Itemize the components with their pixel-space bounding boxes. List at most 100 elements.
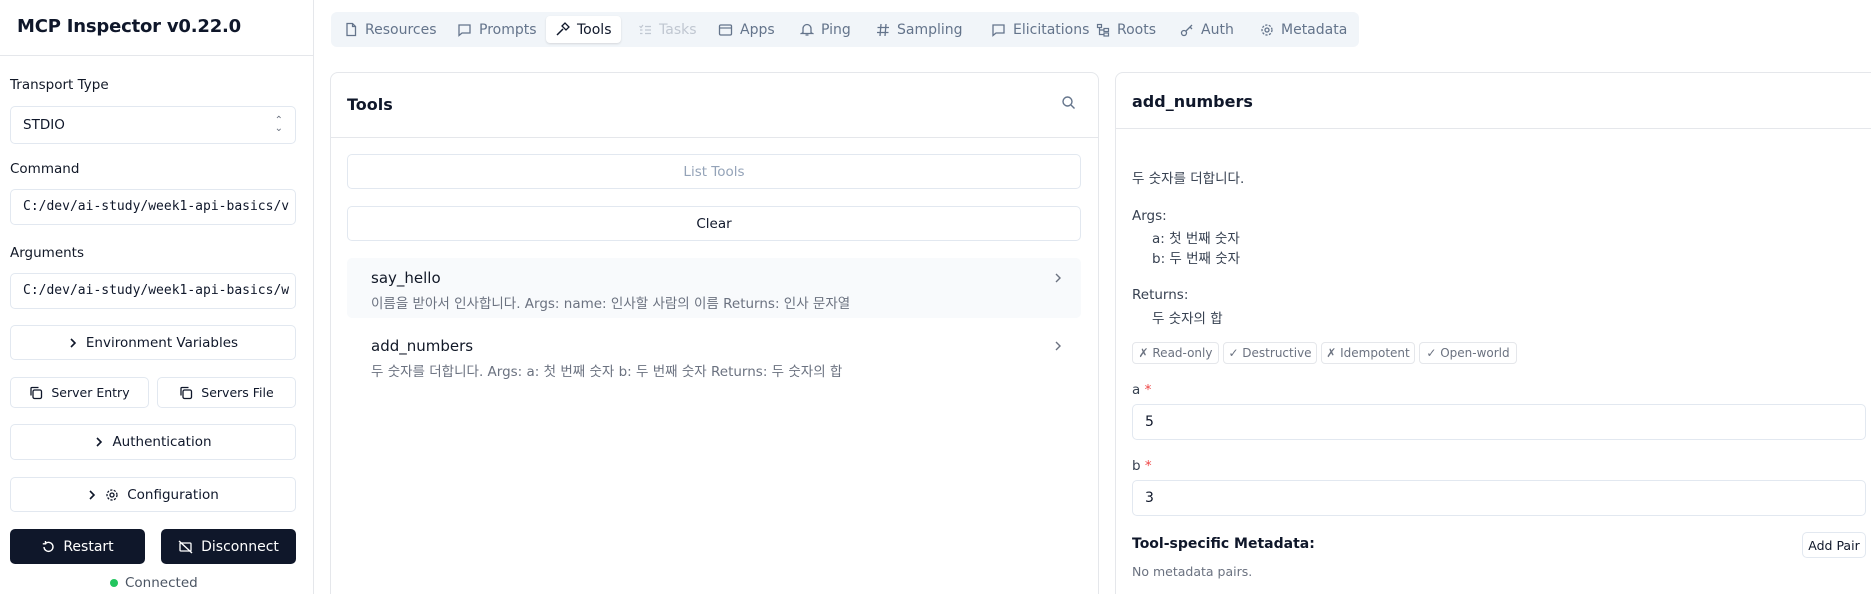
sidebar-divider <box>0 55 313 56</box>
authentication-label: Authentication <box>112 434 212 450</box>
tool-item-say-hello[interactable]: say_hello 이름을 받아서 인사합니다. Args: name: 인사할… <box>347 258 1081 318</box>
returns-label: Returns: <box>1132 287 1189 303</box>
chevron-right-icon <box>70 337 77 348</box>
environment-variables-label: Environment Variables <box>85 334 239 351</box>
chevron-right-icon <box>96 437 103 447</box>
command-input[interactable]: C:/dev/ai-study/week1-api-basics/v <box>10 189 296 225</box>
tools-panel-title: Tools <box>347 95 393 114</box>
search-icon[interactable] <box>1061 95 1076 110</box>
tab-metadata[interactable]: Metadata <box>1251 16 1356 43</box>
chevron-right-icon <box>89 489 96 500</box>
tool-detail-panel: add_numbers 두 숫자를 더합니다. Args: a: 첫 번째 숫자… <box>1115 72 1871 594</box>
servers-file-button[interactable]: Servers File <box>157 377 296 408</box>
tool-detail-divider <box>1116 128 1871 129</box>
tab-label: Prompts <box>479 21 537 38</box>
badge-destructive: ✓ Destructive <box>1223 342 1317 364</box>
hammer-icon <box>556 22 570 36</box>
tool-summary: 두 숫자를 더합니다. <box>1132 171 1245 187</box>
tool-name: say_hello <box>371 269 441 287</box>
list-tools-button[interactable]: List Tools <box>347 154 1081 189</box>
tab-apps[interactable]: Apps <box>709 16 784 43</box>
tab-label: Metadata <box>1281 21 1348 38</box>
app-window-icon <box>718 23 733 36</box>
field-b-label: b * <box>1132 458 1152 474</box>
unplug-icon <box>178 539 193 554</box>
tab-label: Elicitations <box>1013 21 1090 38</box>
rotate-ccw-icon <box>43 540 55 552</box>
gear-icon <box>1261 23 1273 36</box>
tab-resources[interactable]: Resources <box>335 16 446 43</box>
disconnect-button[interactable]: Disconnect <box>161 529 296 564</box>
folder-tree-icon <box>1096 23 1110 37</box>
arguments-input[interactable]: C:/dev/ai-study/week1-api-basics/w <box>10 273 296 309</box>
arg-a-description: a: 첫 번째 숫자 <box>1152 231 1240 247</box>
tab-sampling[interactable]: Sampling <box>867 16 972 43</box>
field-b-name: b <box>1132 458 1141 474</box>
tab-label: Tools <box>577 21 612 38</box>
transport-type-select[interactable]: STDIO ⌃ ⌄ <box>10 106 296 144</box>
tool-description: 두 숫자를 더합니다. Args: a: 첫 번째 숫자 b: 두 번째 숫자 … <box>371 364 843 380</box>
args-label: Args: <box>1132 208 1167 224</box>
app-title: MCP Inspector v0.22.0 <box>17 16 241 37</box>
tab-roots[interactable]: Roots <box>1087 16 1165 43</box>
badge-read-only: ✗ Read-only <box>1132 342 1219 364</box>
file-icon <box>346 22 357 37</box>
tab-ping[interactable]: Ping <box>791 16 860 43</box>
field-a-input[interactable]: 5 <box>1132 404 1866 440</box>
authentication-button[interactable]: Authentication <box>10 424 296 460</box>
command-value: C:/dev/ai-study/week1-api-basics/v <box>23 199 290 214</box>
command-label: Command <box>10 161 80 177</box>
field-a-label: a * <box>1132 382 1151 398</box>
server-entry-button[interactable]: Server Entry <box>10 377 149 408</box>
transport-type-value: STDIO <box>23 117 65 133</box>
restart-button[interactable]: Restart <box>10 529 145 564</box>
arguments-value: C:/dev/ai-study/week1-api-basics/w <box>23 283 290 298</box>
configuration-label: Configuration <box>127 486 219 503</box>
arguments-label: Arguments <box>10 245 85 261</box>
status-dot <box>110 579 118 587</box>
server-entry-label: Server Entry <box>51 385 130 400</box>
tab-elicitations[interactable]: Elicitations <box>982 16 1098 43</box>
tool-description: 이름을 받아서 인사합니다. Args: name: 인사할 사람의 이름 Re… <box>371 296 851 312</box>
chevrons-up-down-icon: ⌃ ⌄ <box>274 115 283 134</box>
tab-label: Sampling <box>897 21 963 38</box>
configuration-button[interactable]: Configuration <box>10 477 296 512</box>
tab-label: Apps <box>740 21 775 38</box>
tools-panel: Tools List Tools Clear say_hello 이름을 받아서… <box>330 72 1099 594</box>
tools-panel-divider <box>331 137 1098 138</box>
restart-label: Restart <box>63 538 114 555</box>
no-metadata-text: No metadata pairs. <box>1132 564 1253 579</box>
tab-auth[interactable]: Auth <box>1171 16 1243 43</box>
tab-prompts[interactable]: Prompts <box>448 16 546 43</box>
message-square-icon <box>992 23 1005 37</box>
bell-icon <box>800 23 814 36</box>
tab-label: Roots <box>1117 21 1157 38</box>
status-label: Connected <box>125 575 198 591</box>
chevron-right-icon <box>1055 341 1061 351</box>
servers-file-label: Servers File <box>201 385 274 400</box>
hash-icon <box>877 23 889 36</box>
field-a-value: 5 <box>1145 414 1154 430</box>
copy-icon <box>30 386 43 399</box>
tab-tasks: Tasks <box>629 16 706 43</box>
tab-label: Ping <box>821 21 851 38</box>
list-todo-icon <box>639 24 651 34</box>
add-pair-button[interactable]: Add Pair <box>1802 532 1866 558</box>
field-a-name: a <box>1132 382 1141 398</box>
field-b-value: 3 <box>1145 490 1154 506</box>
key-icon <box>1180 24 1193 36</box>
badge-idempotent: ✗ Idempotent <box>1321 342 1415 364</box>
chevron-right-icon <box>1055 273 1061 283</box>
copy-icon <box>180 386 193 399</box>
tab-label: Resources <box>365 21 437 38</box>
environment-variables-button[interactable]: Environment Variables <box>10 325 296 360</box>
transport-type-label: Transport Type <box>10 77 109 93</box>
arg-b-description: b: 두 번째 숫자 <box>1152 251 1241 267</box>
message-square-icon <box>458 23 471 37</box>
tab-label: Auth <box>1201 21 1234 38</box>
metadata-title: Tool-specific Metadata: <box>1132 536 1315 552</box>
field-b-input[interactable]: 3 <box>1132 480 1866 516</box>
tab-tools[interactable]: Tools <box>546 16 621 43</box>
tool-item-add-numbers[interactable]: add_numbers 두 숫자를 더합니다. Args: a: 첫 번째 숫자… <box>347 326 1081 386</box>
clear-button[interactable]: Clear <box>347 206 1081 241</box>
